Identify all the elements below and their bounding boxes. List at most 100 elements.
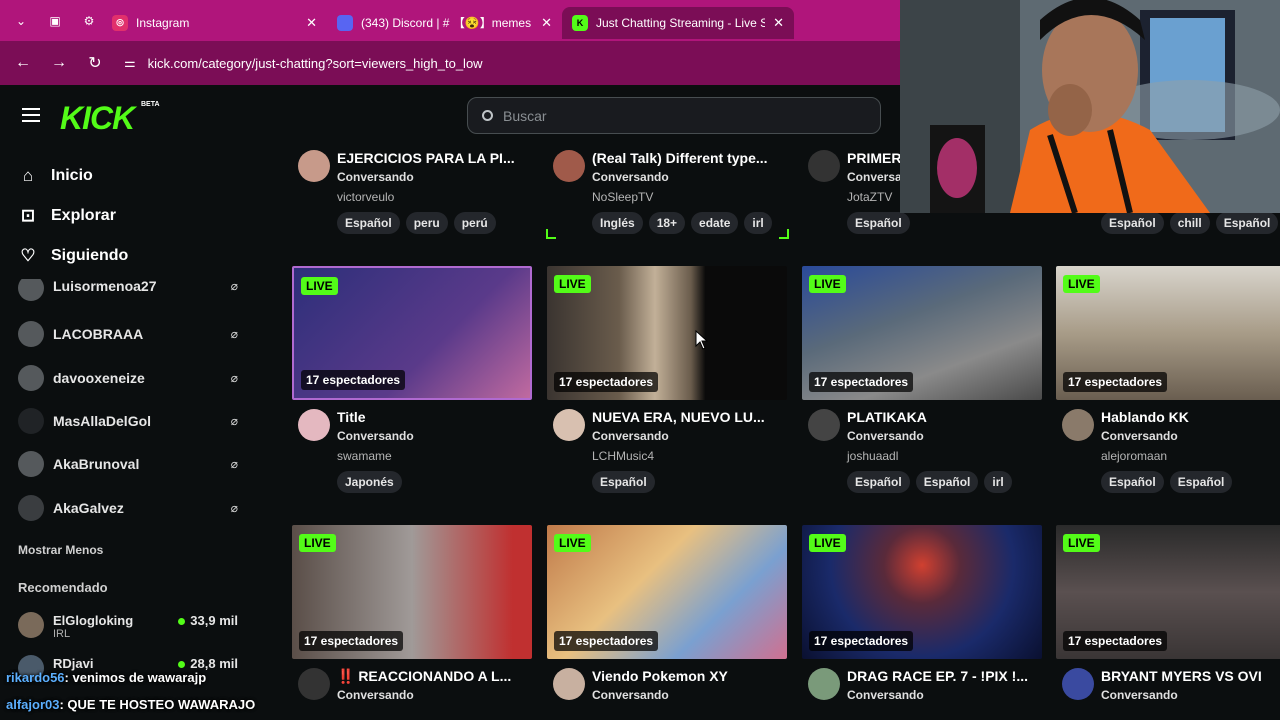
following-item[interactable]: AkaBrunoval ⌀ (18, 451, 238, 477)
following-item[interactable]: MasAllaDelGol ⌀ (18, 408, 238, 434)
stream-thumbnail[interactable]: LIVE 17 espectadores (1056, 525, 1280, 659)
tab-discord[interactable]: (343) Discord | # 【😵】memes ✕ (327, 7, 562, 39)
viewer-count: 17 espectadores (554, 631, 659, 651)
channel-avatar[interactable] (298, 150, 330, 182)
tag[interactable]: 18+ (648, 212, 686, 234)
stream-card[interactable]: EJERCICIOS PARA LA PI... Conversando vic… (292, 150, 532, 240)
stream-card[interactable]: LIVE 17 espectadores Hablando KK Convers… (1056, 266, 1280, 496)
stream-card[interactable]: LIVE 17 espectadores PLATIKAKA Conversan… (802, 266, 1042, 496)
viewer-count: 17 espectadores (809, 372, 914, 392)
following-item[interactable]: davooxeneize ⌀ (18, 365, 238, 391)
close-tab-icon[interactable]: ✕ (306, 15, 317, 31)
instagram-icon: ◎ (112, 14, 128, 31)
reload-icon[interactable]: ↻ (78, 46, 112, 80)
close-tab-icon[interactable]: ✕ (773, 15, 784, 31)
kick-icon: K (572, 14, 588, 31)
tab-kick[interactable]: K Just Chatting Streaming - Live S ✕ (562, 6, 794, 39)
stream-card[interactable]: LIVE 17 espectadores BRYANT MYERS VS OVI… (1056, 525, 1280, 715)
back-icon[interactable]: ← (6, 46, 40, 80)
tag[interactable]: Español (847, 471, 910, 493)
viewer-count: 17 espectadores (554, 372, 659, 392)
focus-corner (546, 229, 556, 239)
stream-thumbnail[interactable]: LIVE 17 espectadores (292, 266, 532, 400)
stream-thumbnail[interactable]: LIVE 17 espectadores (802, 525, 1042, 659)
tab-search-chevron-icon[interactable]: ⌄ (8, 8, 34, 34)
close-tab-icon[interactable]: ✕ (541, 15, 552, 31)
search-input[interactable]: Buscar (467, 97, 881, 134)
stream-thumbnail[interactable]: LIVE 17 espectadores (547, 525, 787, 659)
tag[interactable]: irl (744, 212, 772, 234)
channel-avatar[interactable] (808, 668, 840, 700)
stream-thumbnail[interactable]: LIVE 17 espectadores (292, 525, 532, 659)
live-badge: LIVE (299, 534, 336, 552)
search-icon (482, 110, 493, 121)
tag[interactable]: peru (405, 212, 448, 234)
stream-card[interactable]: LIVE 17 espectadores Viendo Pokemon XY C… (547, 525, 787, 715)
stream-card[interactable]: LIVE 17 espectadores Title Conversando s… (292, 266, 532, 496)
following-item[interactable]: AkaGalvez ⌀ (18, 495, 238, 521)
stream-thumbnail[interactable]: LIVE 17 espectadores (802, 266, 1042, 400)
channel-avatar[interactable] (808, 409, 840, 441)
tab-group-icon[interactable]: ▣ (42, 8, 68, 34)
live-dot-icon (178, 660, 186, 668)
tag[interactable]: perú (453, 212, 496, 234)
search-placeholder: Buscar (503, 107, 547, 124)
channel-avatar[interactable] (808, 150, 840, 182)
stream-card[interactable]: (Real Talk) Different type... Conversand… (546, 150, 789, 240)
show-less-button[interactable]: Mostrar Menos (18, 543, 103, 557)
live-badge: LIVE (301, 277, 338, 295)
channel-avatar[interactable] (553, 668, 585, 700)
tag[interactable]: chill (1169, 212, 1210, 234)
tag[interactable]: Español (1101, 471, 1164, 493)
channel-avatar[interactable] (298, 409, 330, 441)
tag[interactable]: Español (1169, 471, 1233, 493)
live-badge: LIVE (1063, 534, 1100, 552)
channel-avatar[interactable] (298, 668, 330, 700)
channel-avatar[interactable] (1062, 409, 1094, 441)
following-item[interactable]: LACOBRAAA ⌀ (18, 321, 238, 347)
chat-message: alfajor03: QUE TE HOSTEO WAWARAJO (6, 697, 256, 712)
forward-icon[interactable]: → (42, 46, 76, 80)
recommended-heading: Recomendado (18, 580, 108, 595)
live-dot-icon (178, 617, 186, 625)
tag[interactable]: Español (1215, 212, 1279, 234)
stream-card[interactable]: LIVE 17 espectadores DRAG RACE EP. 7 - !… (802, 525, 1042, 715)
channel-avatar[interactable] (1062, 668, 1094, 700)
avatar (18, 495, 44, 521)
channel-avatar[interactable] (553, 409, 585, 441)
live-badge: LIVE (809, 534, 846, 552)
stream-card[interactable]: LIVE 17 espectadores ‼️ REACCIONANDO A L… (292, 525, 532, 715)
sidebar-item-explorar[interactable]: ⊡ Explorar (18, 206, 116, 226)
tag[interactable]: Japonés (337, 471, 402, 493)
tag[interactable]: Español (592, 471, 655, 493)
recommended-item[interactable]: ElGlogloking 33,9 mil IRL (18, 610, 238, 640)
tag[interactable]: Español (337, 212, 400, 234)
tag[interactable]: Inglés (592, 212, 643, 234)
stream-thumbnail[interactable]: LIVE 17 espectadores (1056, 266, 1280, 400)
stream-card[interactable]: LIVE 17 espectadores NUEVA ERA, NUEVO LU… (547, 266, 787, 496)
tag[interactable]: Español (1101, 212, 1164, 234)
tag[interactable]: edate (691, 212, 739, 234)
avatar (18, 612, 44, 638)
live-badge: LIVE (554, 534, 591, 552)
avatar (18, 365, 44, 391)
viewer-count: 17 espectadores (299, 631, 404, 651)
pinned-tab-icon[interactable]: ⚙ (76, 8, 102, 34)
tab-instagram[interactable]: ◎ Instagram ✕ (102, 7, 327, 39)
following-item[interactable]: Luisormenoa27 ⌀ (18, 279, 238, 303)
tag[interactable]: Español (847, 212, 910, 234)
focus-corner (779, 229, 789, 239)
offline-icon: ⌀ (230, 327, 238, 341)
url-field[interactable]: ⚌ kick.com/category/just-chatting?sort=v… (124, 55, 483, 71)
channel-avatar[interactable] (553, 150, 585, 182)
live-badge: LIVE (554, 275, 591, 293)
sidebar-item-inicio[interactable]: ⌂ Inicio (18, 166, 93, 186)
viewer-count: 17 espectadores (301, 370, 406, 390)
stream-thumbnail[interactable]: LIVE 17 espectadores (547, 266, 787, 400)
tag[interactable]: irl (984, 471, 1012, 493)
menu-icon[interactable] (22, 108, 40, 122)
tag[interactable]: Español (915, 471, 979, 493)
sidebar-item-siguiendo[interactable]: ♡ Siguiendo (18, 246, 128, 266)
kick-logo[interactable]: KICK (60, 100, 135, 137)
site-info-icon[interactable]: ⚌ (124, 55, 136, 71)
